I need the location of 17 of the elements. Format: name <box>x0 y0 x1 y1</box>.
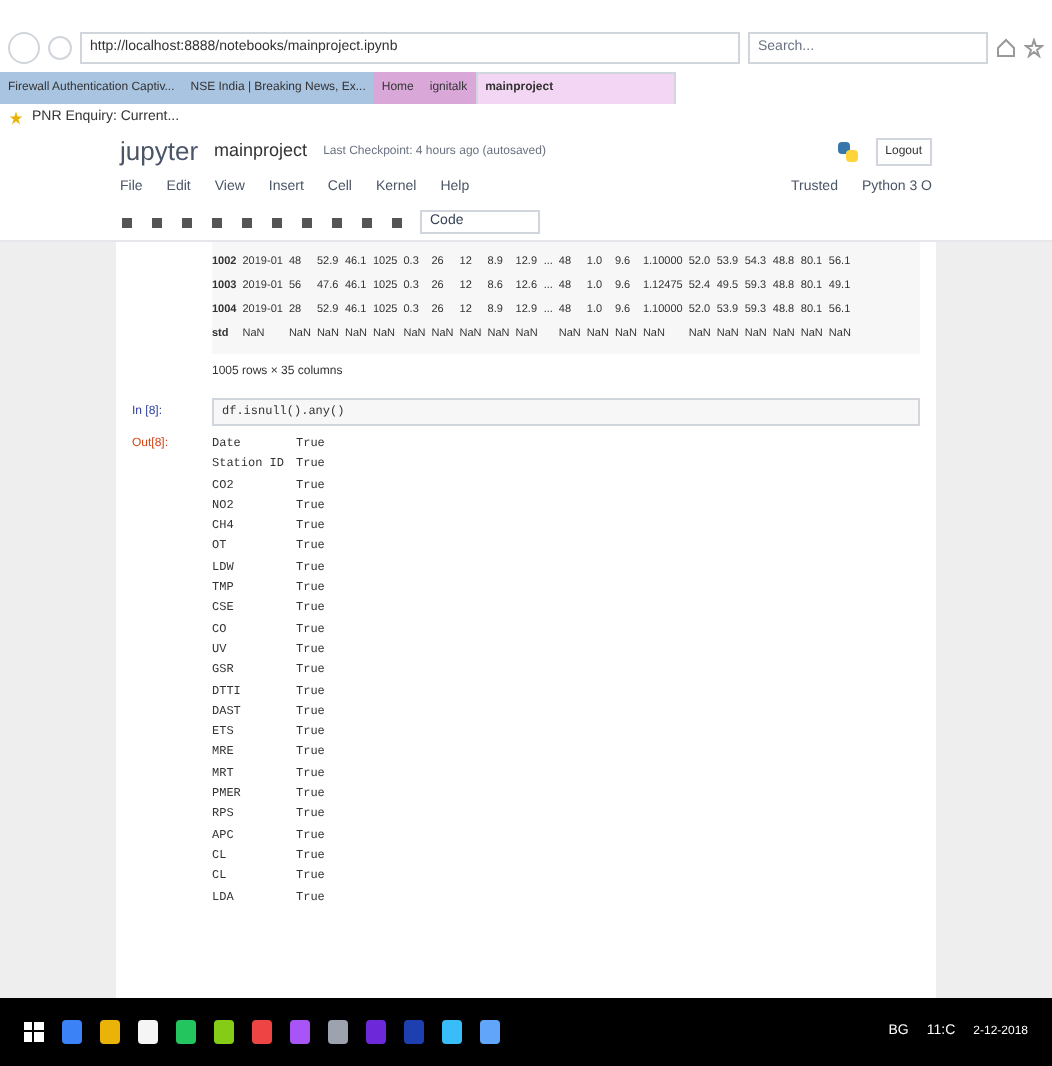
app-icon[interactable] <box>214 1020 234 1044</box>
windows-icon[interactable] <box>24 1022 44 1042</box>
app-icon[interactable] <box>442 1020 462 1044</box>
app-icon[interactable] <box>138 1020 158 1044</box>
app-icon[interactable] <box>62 1020 82 1044</box>
home-icon[interactable] <box>996 38 1016 58</box>
notebook-title[interactable]: mainproject <box>214 138 308 166</box>
app-icon[interactable] <box>290 1020 310 1044</box>
app-icon[interactable] <box>252 1020 272 1044</box>
app-icon[interactable] <box>328 1020 348 1044</box>
python-logo-icon <box>835 140 860 164</box>
app-icon[interactable] <box>480 1020 500 1044</box>
star-icon[interactable] <box>1024 38 1044 58</box>
app-icon[interactable] <box>100 1020 120 1044</box>
star-icon <box>8 110 24 126</box>
jupyter-logo[interactable]: jupyter <box>120 132 199 172</box>
app-icon[interactable] <box>176 1020 196 1044</box>
